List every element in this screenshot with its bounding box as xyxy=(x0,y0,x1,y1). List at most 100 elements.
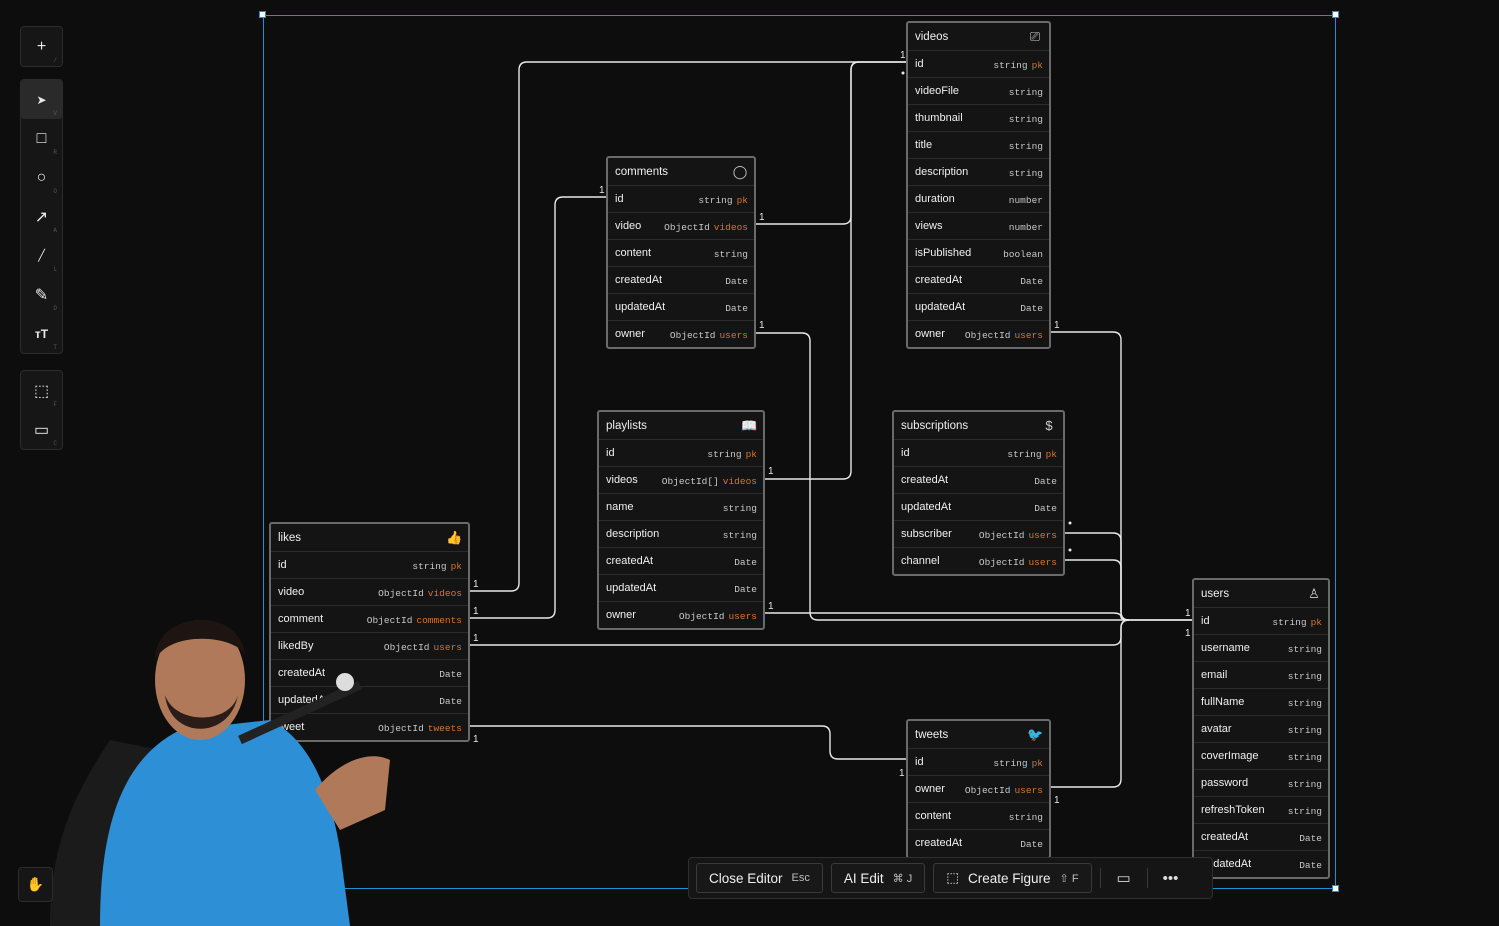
field-row[interactable]: id string pk xyxy=(894,439,1063,466)
field-type: string xyxy=(698,195,733,206)
field-type: ObjectId xyxy=(678,611,725,622)
field-row[interactable]: name string xyxy=(599,493,763,520)
field-name: username xyxy=(1201,642,1250,654)
entity-tweets[interactable]: tweets 🐦 id string pk owner ObjectId users conte… xyxy=(906,719,1051,859)
field-name: duration xyxy=(915,193,955,205)
field-row[interactable]: updatedAt Date xyxy=(894,493,1063,520)
field-row[interactable]: content string xyxy=(908,802,1049,829)
field-row[interactable]: owner ObjectId users xyxy=(608,320,754,347)
comment-icon[interactable]: ▭ C xyxy=(21,410,62,449)
field-row[interactable]: id string pk xyxy=(271,551,468,578)
video-camera-icon: ⎚ xyxy=(1029,28,1041,44)
field-row[interactable]: description string xyxy=(908,158,1049,185)
frame-icon[interactable]: ⬚ F xyxy=(21,371,62,410)
pencil-icon[interactable]: ✎ D xyxy=(21,275,62,314)
field-row[interactable]: isPublished boolean xyxy=(908,239,1049,266)
primary-key-badge: pk xyxy=(1031,60,1043,71)
create-figure-button[interactable]: ⬚ Create Figure ⇧ F xyxy=(933,863,1092,893)
reference-label: users xyxy=(728,611,757,622)
square-icon[interactable]: □ R xyxy=(21,119,62,158)
field-type: string xyxy=(1008,114,1043,125)
field-row[interactable]: videos ObjectId[] videos xyxy=(599,466,763,493)
field-row[interactable]: updatedAt Date xyxy=(1194,850,1328,877)
field-row[interactable]: createdAt Date xyxy=(908,829,1049,856)
field-row[interactable]: id string pk xyxy=(908,50,1049,77)
field-type: string xyxy=(993,758,1028,769)
field-row[interactable]: password string xyxy=(1194,769,1328,796)
field-name: avatar xyxy=(1201,723,1232,735)
field-row[interactable]: description string xyxy=(599,520,763,547)
field-row[interactable]: coverImage string xyxy=(1194,742,1328,769)
entity-header[interactable]: comments ◯ xyxy=(608,158,754,185)
entity-header[interactable]: videos ⎚ xyxy=(908,23,1049,50)
field-row[interactable]: updatedAt Date xyxy=(599,574,763,601)
entity-videos[interactable]: videos ⎚ id string pk videoFile string thumbnai… xyxy=(906,21,1051,349)
field-row[interactable]: channel ObjectId users xyxy=(894,547,1063,574)
field-row[interactable]: createdAt Date xyxy=(908,266,1049,293)
entity-header[interactable]: subscriptions $ xyxy=(894,412,1063,439)
field-row[interactable]: owner ObjectId users xyxy=(908,320,1049,347)
field-row[interactable]: thumbnail string xyxy=(908,104,1049,131)
field-row[interactable]: owner ObjectId users xyxy=(599,601,763,628)
field-name: id xyxy=(278,559,287,571)
more-options-icon[interactable]: ••• xyxy=(1156,863,1186,893)
field-type: string xyxy=(1008,812,1043,823)
field-type: string xyxy=(1287,644,1322,655)
field-type-group: string xyxy=(1009,109,1043,127)
field-row[interactable]: duration number xyxy=(908,185,1049,212)
field-row[interactable]: refreshToken string xyxy=(1194,796,1328,823)
field-row[interactable]: views number xyxy=(908,212,1049,239)
field-type: string xyxy=(1008,168,1043,179)
selection-handle-tr[interactable] xyxy=(1332,11,1339,18)
field-row[interactable]: id string pk xyxy=(599,439,763,466)
field-row[interactable]: id string pk xyxy=(608,185,754,212)
field-row[interactable]: title string xyxy=(908,131,1049,158)
field-row[interactable]: subscriber ObjectId users xyxy=(894,520,1063,547)
field-row[interactable]: owner ObjectId users xyxy=(908,775,1049,802)
text-icon[interactable]: ᴛT T xyxy=(21,314,62,353)
line-icon[interactable]: ╱ L xyxy=(21,236,62,275)
field-row[interactable]: video ObjectId videos xyxy=(608,212,754,239)
circle-icon[interactable]: ○ O xyxy=(21,158,62,197)
field-row[interactable]: username string xyxy=(1194,634,1328,661)
field-row[interactable]: email string xyxy=(1194,661,1328,688)
field-row[interactable]: createdAt Date xyxy=(599,547,763,574)
field-row[interactable]: avatar string xyxy=(1194,715,1328,742)
entity-comments[interactable]: comments ◯ id string pk video ObjectId videos co… xyxy=(606,156,756,349)
field-type: string xyxy=(1287,806,1322,817)
field-row[interactable]: id string pk xyxy=(908,748,1049,775)
arrow-icon[interactable]: ↗ A xyxy=(21,197,62,236)
entity-header[interactable]: users ♙ xyxy=(1194,580,1328,607)
selection-frame[interactable] xyxy=(263,15,1336,889)
plus-icon[interactable]: + / xyxy=(21,27,62,66)
field-type: ObjectId xyxy=(378,588,424,599)
entity-subscriptions[interactable]: subscriptions $ id string pk createdAt Date upd… xyxy=(892,410,1065,576)
entity-users[interactable]: users ♙ id string pk username string email strin… xyxy=(1192,578,1330,879)
field-row[interactable]: updatedAt Date xyxy=(608,293,754,320)
field-row[interactable]: content string xyxy=(608,239,754,266)
field-row[interactable]: fullName string xyxy=(1194,688,1328,715)
field-type-group: string xyxy=(1009,82,1043,100)
field-type-group: Date xyxy=(725,298,748,316)
entity-header[interactable]: tweets 🐦 xyxy=(908,721,1049,748)
selection-handle-br[interactable] xyxy=(1332,885,1339,892)
hand-pan-icon[interactable]: ✋ xyxy=(18,867,53,902)
entity-playlists[interactable]: playlists 📖 id string pk videos ObjectId[] vide… xyxy=(597,410,765,630)
field-row[interactable]: createdAt Date xyxy=(894,466,1063,493)
field-row[interactable]: createdAt Date xyxy=(1194,823,1328,850)
entity-header[interactable]: likes 👍 xyxy=(271,524,468,551)
field-type-group: string xyxy=(1288,720,1322,738)
ai-edit-button[interactable]: AI Edit ⌘ J xyxy=(830,863,926,893)
selection-handle-tl[interactable] xyxy=(259,11,266,18)
field-name: owner xyxy=(606,609,636,621)
close-editor-button[interactable]: Close Editor Esc xyxy=(696,863,823,893)
field-row[interactable]: videoFile string xyxy=(908,77,1049,104)
field-row[interactable]: createdAt Date xyxy=(608,266,754,293)
pointer-icon[interactable]: ➤ V xyxy=(21,80,62,119)
entity-header[interactable]: playlists 📖 xyxy=(599,412,763,439)
field-type-group: string xyxy=(1009,807,1043,825)
field-row[interactable]: id string pk xyxy=(1194,607,1328,634)
field-type-group: Date xyxy=(439,664,462,682)
field-row[interactable]: updatedAt Date xyxy=(908,293,1049,320)
comment-icon[interactable]: ▭ xyxy=(1109,863,1139,893)
